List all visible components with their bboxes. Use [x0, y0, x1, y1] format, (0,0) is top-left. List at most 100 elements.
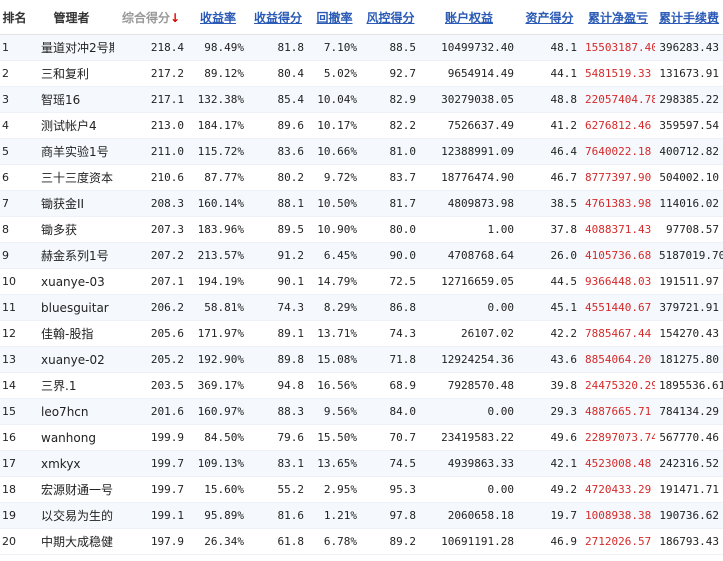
- table-row: 3 智瑶16 217.1 132.38% 85.4 10.04% 82.9 30279038.…: [0, 86, 723, 113]
- fees-cell: 186793.43: [655, 528, 723, 555]
- return-rate-cell: 132.38%: [188, 86, 248, 113]
- total-score-cell: 217.1: [114, 86, 188, 113]
- column-header-label: 账户权益: [444, 10, 493, 25]
- drawdown-cell: 9.72%: [308, 164, 361, 191]
- total-score-cell: 199.7: [114, 476, 188, 503]
- manager-name-cell[interactable]: xmkyx: [29, 450, 114, 477]
- manager-name-cell[interactable]: 以交易为生的: [29, 502, 114, 529]
- rank-cell: 9: [0, 242, 29, 269]
- equity-cell: 30279038.05: [420, 86, 518, 113]
- table-row: 20 中期大成稳健 197.9 26.34% 61.8 6.78% 89.2 10691191…: [0, 528, 723, 555]
- fees-cell: 396283.43: [655, 34, 723, 61]
- rank-cell: 20: [0, 528, 29, 555]
- return-score-cell: 61.8: [248, 528, 308, 555]
- rank-cell: 18: [0, 476, 29, 503]
- return-score-cell: 89.5: [248, 216, 308, 243]
- rank-cell: 3: [0, 86, 29, 113]
- net-pnl-cell: 4523008.48: [581, 450, 655, 477]
- risk-score-cell: 70.7: [361, 424, 420, 451]
- manager-name-cell[interactable]: wanhong: [29, 424, 114, 451]
- rank-cell: 17: [0, 450, 29, 477]
- net-pnl-cell: 15503187.40: [581, 34, 655, 61]
- column-header-return-score[interactable]: 收益得分: [248, 0, 308, 35]
- net-pnl-cell: 8777397.90: [581, 164, 655, 191]
- column-header-return-rate[interactable]: 收益率: [188, 0, 248, 35]
- return-rate-cell: 95.89%: [188, 502, 248, 529]
- drawdown-cell: 10.90%: [308, 216, 361, 243]
- return-rate-cell: 109.13%: [188, 450, 248, 477]
- fees-cell: 190736.62: [655, 502, 723, 529]
- table-row: 11 bluesguitar 206.2 58.81% 74.3 8.29% 86.8 0.0…: [0, 294, 723, 321]
- fees-cell: 131673.91: [655, 60, 723, 87]
- table-row: 5 商羊实验1号 211.0 115.72% 83.6 10.66% 81.0 1238899…: [0, 138, 723, 165]
- manager-name-cell[interactable]: 锄获金II: [29, 190, 114, 217]
- fees-cell: 1895536.61: [655, 372, 723, 399]
- column-header-risk-score[interactable]: 风控得分: [361, 0, 420, 35]
- asset-score-cell: 48.1: [518, 34, 581, 61]
- asset-score-cell: 46.9: [518, 528, 581, 555]
- manager-name-cell[interactable]: xuanye-02: [29, 346, 114, 373]
- return-rate-cell: 115.72%: [188, 138, 248, 165]
- manager-name-cell[interactable]: 智瑶16: [29, 86, 114, 113]
- manager-name-cell[interactable]: 三界.1: [29, 372, 114, 399]
- manager-name-cell[interactable]: 量道对冲2号期: [29, 34, 114, 61]
- drawdown-cell: 2.95%: [308, 476, 361, 503]
- risk-score-cell: 68.9: [361, 372, 420, 399]
- manager-name-cell[interactable]: 锄多获: [29, 216, 114, 243]
- drawdown-cell: 6.45%: [308, 242, 361, 269]
- return-score-cell: 88.3: [248, 398, 308, 425]
- risk-score-cell: 92.7: [361, 60, 420, 87]
- manager-name-cell[interactable]: xuanye-03: [29, 268, 114, 295]
- equity-cell: 10691191.28: [420, 528, 518, 555]
- fees-cell: 504002.10: [655, 164, 723, 191]
- asset-score-cell: 26.0: [518, 242, 581, 269]
- asset-score-cell: 49.2: [518, 476, 581, 503]
- manager-name-cell[interactable]: 三和复利: [29, 60, 114, 87]
- fees-cell: 191511.97: [655, 268, 723, 295]
- table-row: 15 leo7hcn 201.6 160.97% 88.3 9.56% 84.0 0.00 29…: [0, 398, 723, 425]
- asset-score-cell: 38.5: [518, 190, 581, 217]
- total-score-cell: 210.6: [114, 164, 188, 191]
- net-pnl-cell: 8854064.20: [581, 346, 655, 373]
- equity-cell: 4939863.33: [420, 450, 518, 477]
- manager-name-cell[interactable]: 中期大成稳健: [29, 528, 114, 555]
- total-score-cell: 206.2: [114, 294, 188, 321]
- risk-score-cell: 72.5: [361, 268, 420, 295]
- manager-name-cell[interactable]: leo7hcn: [29, 398, 114, 425]
- equity-cell: 4708768.64: [420, 242, 518, 269]
- rank-cell: 12: [0, 320, 29, 347]
- column-header-asset-score[interactable]: 资产得分: [518, 0, 581, 35]
- column-header-net-pnl[interactable]: 累计净盈亏: [581, 0, 655, 35]
- net-pnl-cell: 22897073.74: [581, 424, 655, 451]
- drawdown-cell: 10.17%: [308, 112, 361, 139]
- manager-name-cell[interactable]: 佳翰-股指: [29, 320, 114, 347]
- equity-cell: 9654914.49: [420, 60, 518, 87]
- return-score-cell: 80.2: [248, 164, 308, 191]
- equity-cell: 1.00: [420, 216, 518, 243]
- manager-name-cell[interactable]: 测试帐户4: [29, 112, 114, 139]
- manager-name-cell[interactable]: 三十三度资本: [29, 164, 114, 191]
- column-header-label: 排名: [2, 10, 27, 25]
- column-header-drawdown[interactable]: 回撤率: [308, 0, 361, 35]
- ranking-table: 排名 管理者 综合得分↓ 收益率 收益得分 回撤率 风控得分 账户权益 资产得分 累计净盈亏 累计手…: [0, 0, 723, 555]
- column-header-equity[interactable]: 账户权益: [420, 0, 518, 35]
- table-row: 7 锄获金II 208.3 160.14% 88.1 10.50% 81.7 4809873.…: [0, 190, 723, 217]
- equity-cell: 12924254.36: [420, 346, 518, 373]
- asset-score-cell: 37.8: [518, 216, 581, 243]
- return-rate-cell: 87.77%: [188, 164, 248, 191]
- column-header-total-score[interactable]: 综合得分↓: [114, 0, 188, 35]
- drawdown-cell: 9.56%: [308, 398, 361, 425]
- manager-name-cell[interactable]: 商羊实验1号: [29, 138, 114, 165]
- column-header-fees[interactable]: 累计手续费: [655, 0, 723, 35]
- asset-score-cell: 42.2: [518, 320, 581, 347]
- asset-score-cell: 42.1: [518, 450, 581, 477]
- manager-name-cell[interactable]: bluesguitar: [29, 294, 114, 321]
- manager-name-cell[interactable]: 宏源财通一号: [29, 476, 114, 503]
- fees-cell: 567770.46: [655, 424, 723, 451]
- risk-score-cell: 97.8: [361, 502, 420, 529]
- net-pnl-cell: 4761383.98: [581, 190, 655, 217]
- total-score-cell: 197.9: [114, 528, 188, 555]
- risk-score-cell: 80.0: [361, 216, 420, 243]
- table-row: 2 三和复利 217.2 89.12% 80.4 5.02% 92.7 9654914.49 4…: [0, 60, 723, 87]
- manager-name-cell[interactable]: 赫金系列1号: [29, 242, 114, 269]
